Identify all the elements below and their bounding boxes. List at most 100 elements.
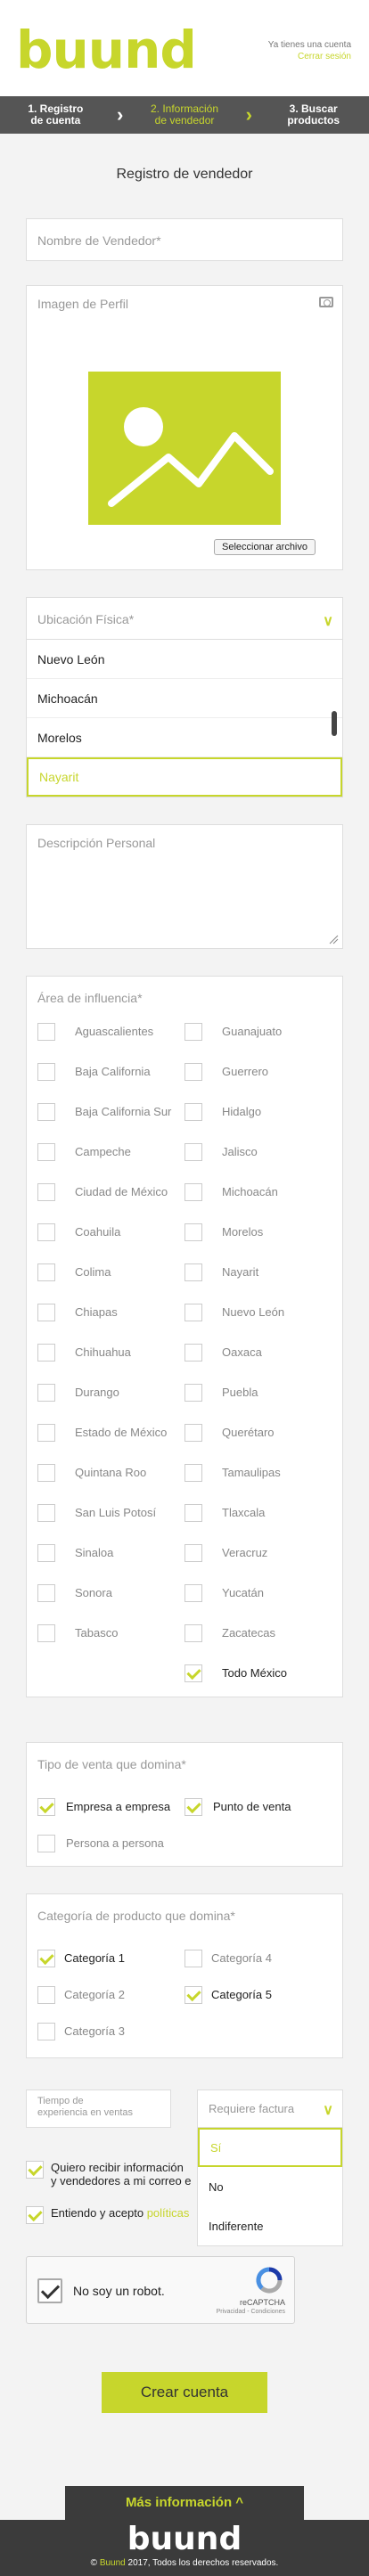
location-option[interactable]: Morelos xyxy=(27,718,342,757)
create-account-button[interactable]: Crear cuenta xyxy=(102,2372,267,2413)
checkbox-icon[interactable] xyxy=(37,2022,55,2040)
more-info-toggle[interactable]: Más información ^ xyxy=(65,2486,304,2520)
checkbox-row[interactable]: Querétaro xyxy=(184,1422,332,1443)
experience-input[interactable]: Tiempo de experiencia en ventas xyxy=(26,2089,171,2128)
checkbox-icon[interactable] xyxy=(37,1223,55,1241)
checkbox-icon[interactable] xyxy=(184,1543,202,1562)
checkbox-icon[interactable] xyxy=(37,1142,55,1161)
location-option[interactable]: Michoacán xyxy=(27,679,342,718)
checkbox-row[interactable]: Nayarit xyxy=(184,1262,332,1282)
checkbox-row[interactable]: Campeche xyxy=(37,1141,184,1162)
invoice-option-selected[interactable]: Sí xyxy=(198,2128,342,2167)
logo[interactable]: buund xyxy=(16,23,197,77)
checkbox-row[interactable]: Baja California Sur xyxy=(37,1101,184,1122)
camera-icon[interactable] xyxy=(319,297,333,307)
checkbox-icon[interactable] xyxy=(37,1102,55,1121)
newsletter-checkbox[interactable]: Quiero recibir información y vendedores … xyxy=(26,2161,204,2191)
checkbox-row[interactable]: Veracruz xyxy=(184,1542,332,1563)
recaptcha-checkbox[interactable] xyxy=(37,2278,62,2303)
checkbox-icon[interactable] xyxy=(37,1062,55,1081)
checkbox-row[interactable]: Jalisco xyxy=(184,1141,332,1162)
checkbox-row[interactable]: Categoría 3 xyxy=(37,2021,184,2041)
invoice-option[interactable]: Indiferente xyxy=(198,2206,342,2245)
checkbox-icon[interactable] xyxy=(37,1463,55,1482)
checkbox-icon[interactable] xyxy=(184,1623,202,1642)
checkbox-icon[interactable] xyxy=(184,1583,202,1602)
checkbox-row[interactable]: Chihuahua xyxy=(37,1342,184,1362)
checkbox-icon[interactable] xyxy=(184,1343,202,1362)
description-textarea[interactable]: Descripción Personal xyxy=(26,824,343,949)
checkbox-icon[interactable] xyxy=(26,2206,44,2224)
checkbox-icon[interactable] xyxy=(184,1383,202,1402)
checkbox-icon[interactable] xyxy=(37,1583,55,1602)
checkbox-row[interactable]: Punto de venta xyxy=(184,1796,332,1817)
checkbox-icon[interactable] xyxy=(184,1022,202,1041)
checkbox-row[interactable]: Categoría 4 xyxy=(184,1948,332,1968)
checkbox-icon[interactable] xyxy=(184,1423,202,1442)
checkbox-icon[interactable] xyxy=(26,2161,44,2179)
checkbox-icon[interactable] xyxy=(184,1223,202,1241)
checkbox-row[interactable]: Coahuila xyxy=(37,1222,184,1242)
checkbox-row[interactable]: Zacatecas xyxy=(184,1623,332,1643)
step-1[interactable]: 1. Registro de cuenta xyxy=(0,103,111,127)
checkbox-row[interactable]: Guerrero xyxy=(184,1061,332,1082)
checkbox-icon[interactable] xyxy=(184,1303,202,1321)
invoice-select[interactable]: Requiere factura ∨ xyxy=(197,2089,343,2128)
checkbox-row[interactable]: Tlaxcala xyxy=(184,1502,332,1523)
step-3[interactable]: 3. Buscar productos xyxy=(258,103,369,127)
checkbox-icon[interactable] xyxy=(184,1062,202,1081)
vendor-name-input[interactable]: Nombre de Vendedor* xyxy=(26,218,343,261)
checkbox-row[interactable]: Sonora xyxy=(37,1582,184,1603)
checkbox-row[interactable]: Estado de México xyxy=(37,1422,184,1443)
checkbox-icon[interactable] xyxy=(184,1797,202,1816)
location-select[interactable]: Ubicación Física* ∨ xyxy=(26,597,343,640)
recaptcha-links[interactable]: Privacidad - Condiciones xyxy=(217,2309,285,2315)
checkbox-row[interactable]: Morelos xyxy=(184,1222,332,1242)
logout-link[interactable]: Cerrar sesión xyxy=(268,51,351,62)
checkbox-row[interactable]: Ciudad de México xyxy=(37,1182,184,1202)
checkbox-icon[interactable] xyxy=(37,1949,55,1967)
checkbox-icon[interactable] xyxy=(37,1834,55,1852)
checkbox-icon[interactable] xyxy=(184,1985,202,2004)
invoice-option[interactable]: No xyxy=(198,2167,342,2206)
checkbox-icon[interactable] xyxy=(37,1182,55,1201)
checkbox-icon[interactable] xyxy=(37,1343,55,1362)
resize-handle-icon[interactable] xyxy=(328,934,339,945)
select-file-button[interactable]: Seleccionar archivo xyxy=(214,539,316,555)
checkbox-row[interactable]: Michoacán xyxy=(184,1182,332,1202)
checkbox-row[interactable]: Persona a persona xyxy=(37,1833,184,1853)
checkbox-icon[interactable] xyxy=(184,1102,202,1121)
checkbox-row[interactable]: Tamaulipas xyxy=(184,1462,332,1483)
checkbox-icon[interactable] xyxy=(37,1623,55,1642)
checkbox-row[interactable]: Nuevo León xyxy=(184,1302,332,1322)
checkbox-row[interactable]: Durango xyxy=(37,1382,184,1402)
checkbox-icon[interactable] xyxy=(184,1182,202,1201)
checkbox-icon[interactable] xyxy=(37,1423,55,1442)
checkbox-icon[interactable] xyxy=(37,1263,55,1281)
checkbox-row[interactable]: Baja California xyxy=(37,1061,184,1082)
step-2[interactable]: 2. Información de vendedor xyxy=(129,103,241,127)
checkbox-icon[interactable] xyxy=(37,1022,55,1041)
checkbox-row[interactable]: Aguascalientes xyxy=(37,1021,184,1042)
dropdown-scrollbar[interactable] xyxy=(332,711,337,736)
checkbox-row[interactable]: Categoría 2 xyxy=(37,1984,184,2005)
checkbox-row[interactable]: Todo México xyxy=(184,1663,332,1683)
checkbox-icon[interactable] xyxy=(37,1503,55,1522)
checkbox-icon[interactable] xyxy=(37,1543,55,1562)
checkbox-row[interactable]: Categoría 1 xyxy=(37,1948,184,1968)
checkbox-row[interactable]: Categoría 5 xyxy=(184,1984,332,2005)
checkbox-icon[interactable] xyxy=(37,1383,55,1402)
checkbox-row[interactable]: San Luis Potosí xyxy=(37,1502,184,1523)
checkbox-icon[interactable] xyxy=(37,1797,55,1816)
checkbox-row[interactable]: Hidalgo xyxy=(184,1101,332,1122)
checkbox-row[interactable]: Puebla xyxy=(184,1382,332,1402)
checkbox-row[interactable]: Empresa a empresa xyxy=(37,1796,184,1817)
checkbox-row[interactable]: Sinaloa xyxy=(37,1542,184,1563)
checkbox-icon[interactable] xyxy=(37,1985,55,2004)
terms-checkbox[interactable]: Entiendo y acepto políticas xyxy=(26,2206,204,2226)
checkbox-icon[interactable] xyxy=(184,1142,202,1161)
checkbox-icon[interactable] xyxy=(184,1949,202,1967)
checkbox-row[interactable]: Quintana Roo xyxy=(37,1462,184,1483)
checkbox-row[interactable]: Tabasco xyxy=(37,1623,184,1643)
location-option[interactable]: Nuevo León xyxy=(27,640,342,679)
